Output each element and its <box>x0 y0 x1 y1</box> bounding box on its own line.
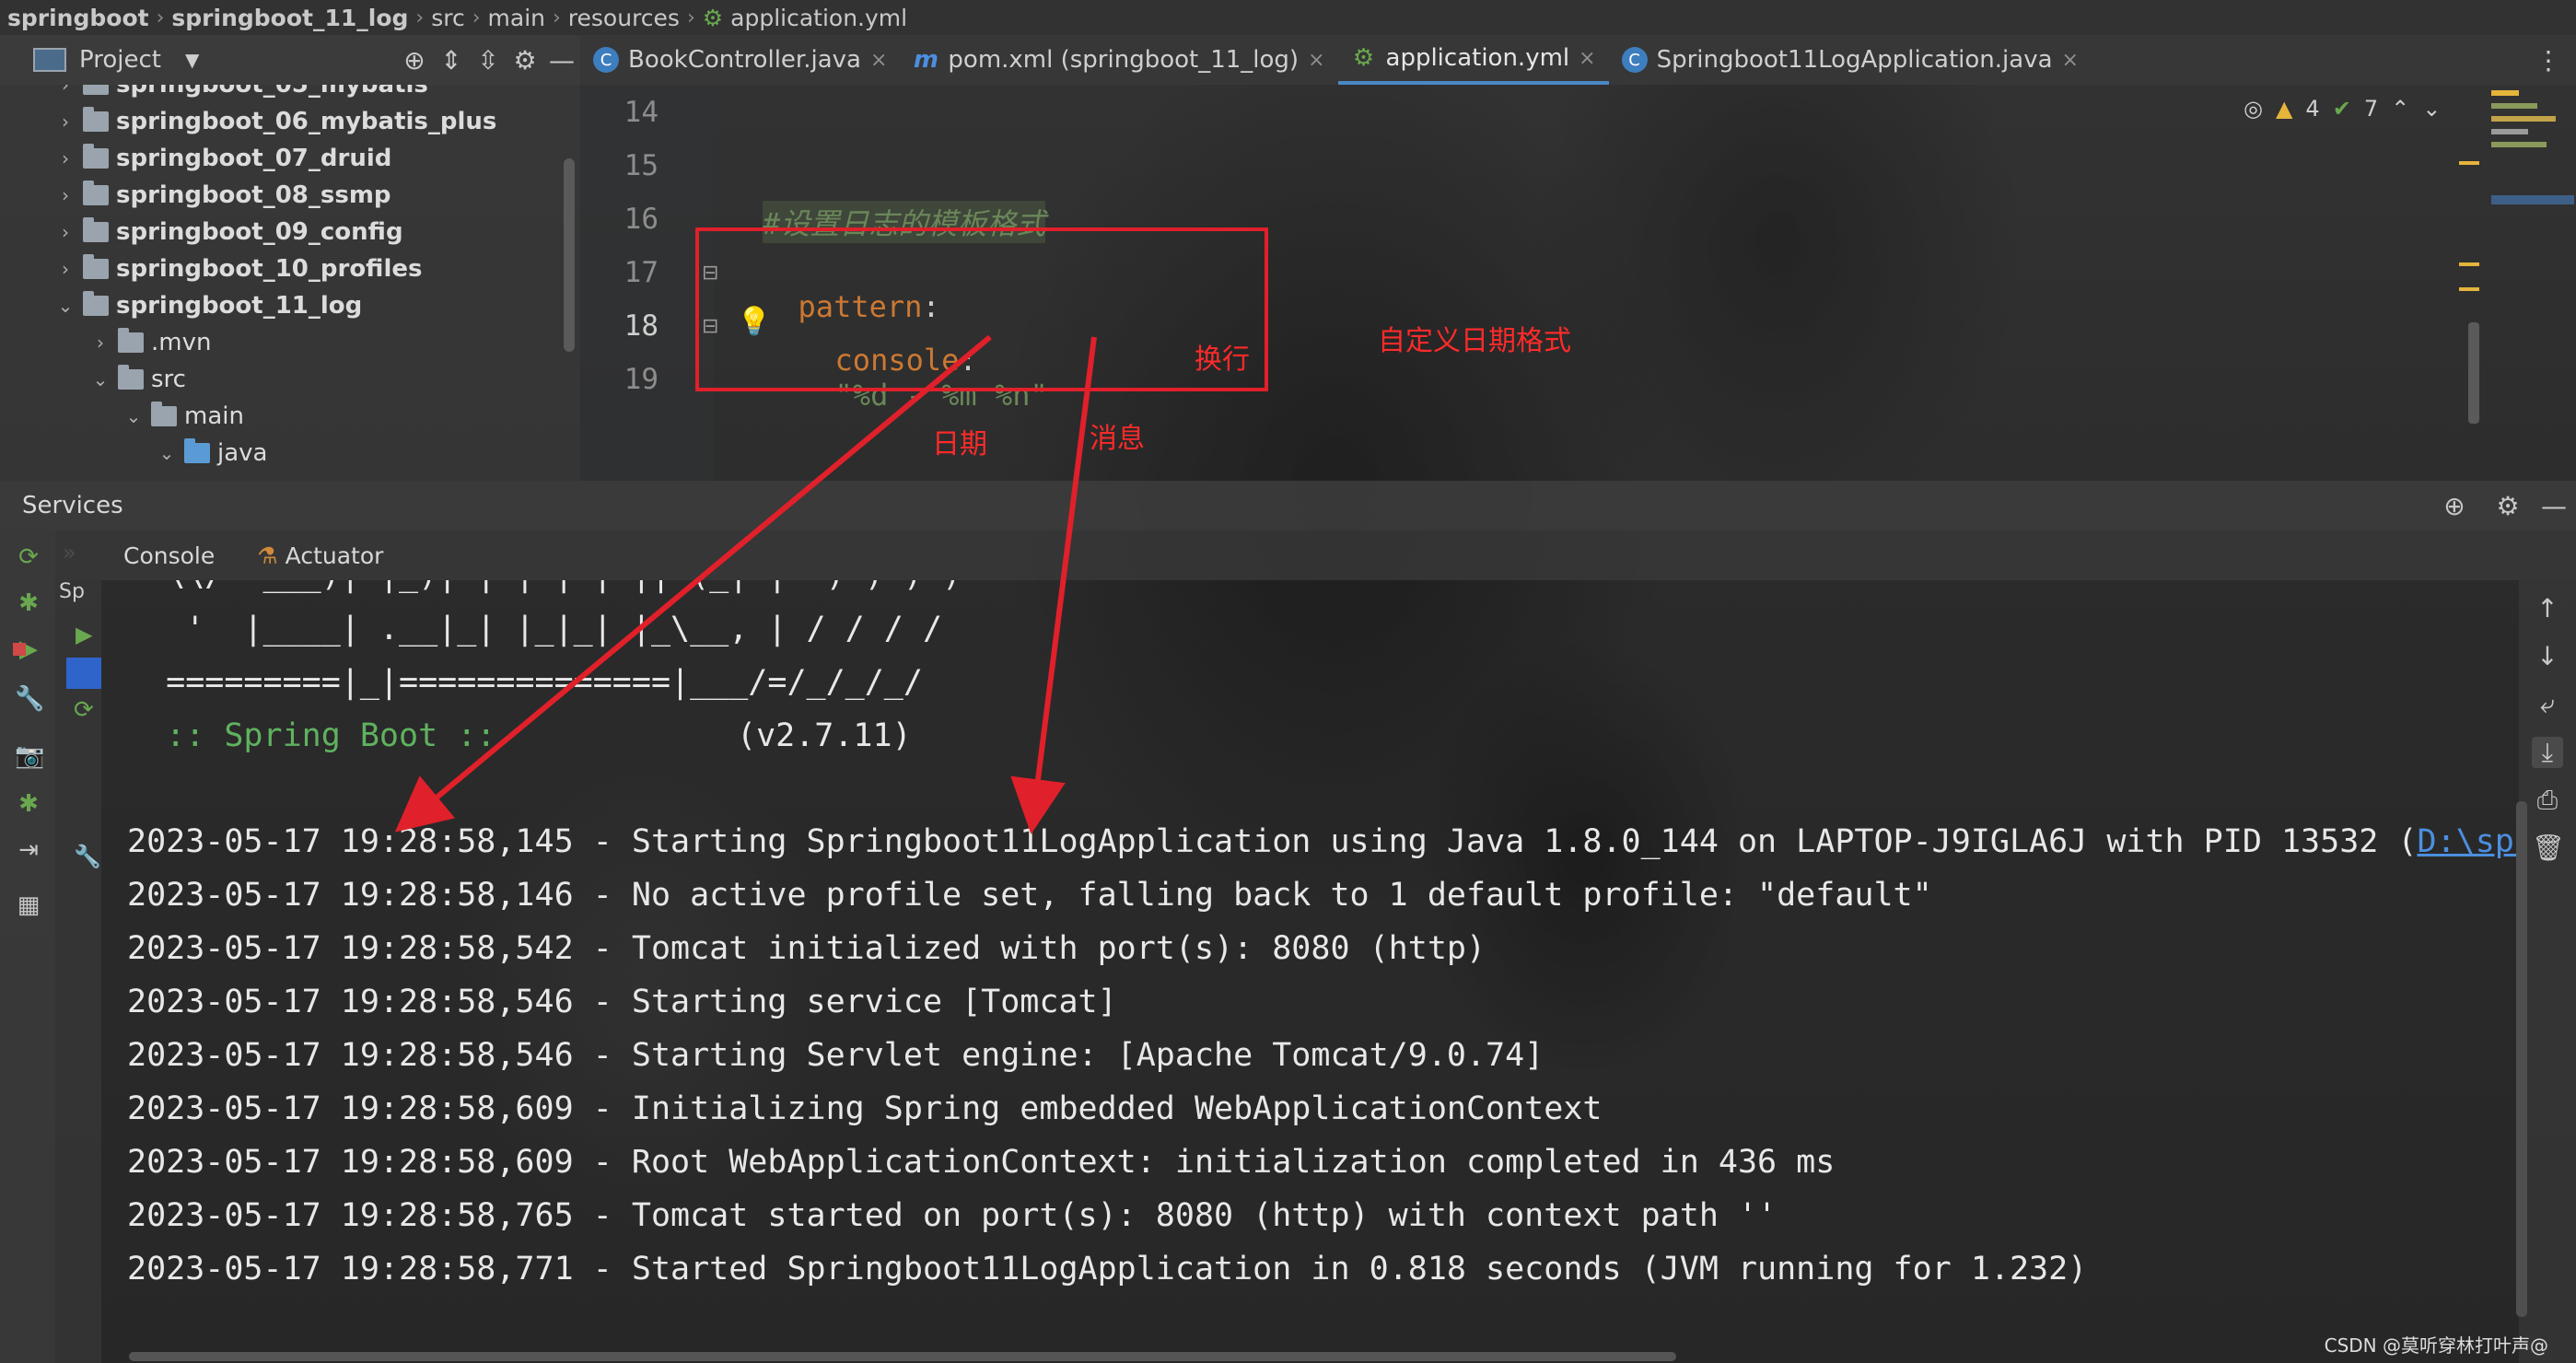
annotation-arrows <box>394 334 1097 834</box>
watermark: CSDN @莫听穿林打叶声@ <box>2324 1334 2548 1357</box>
arrow-to-message <box>1010 336 1097 834</box>
arrow-to-date <box>394 334 992 833</box>
